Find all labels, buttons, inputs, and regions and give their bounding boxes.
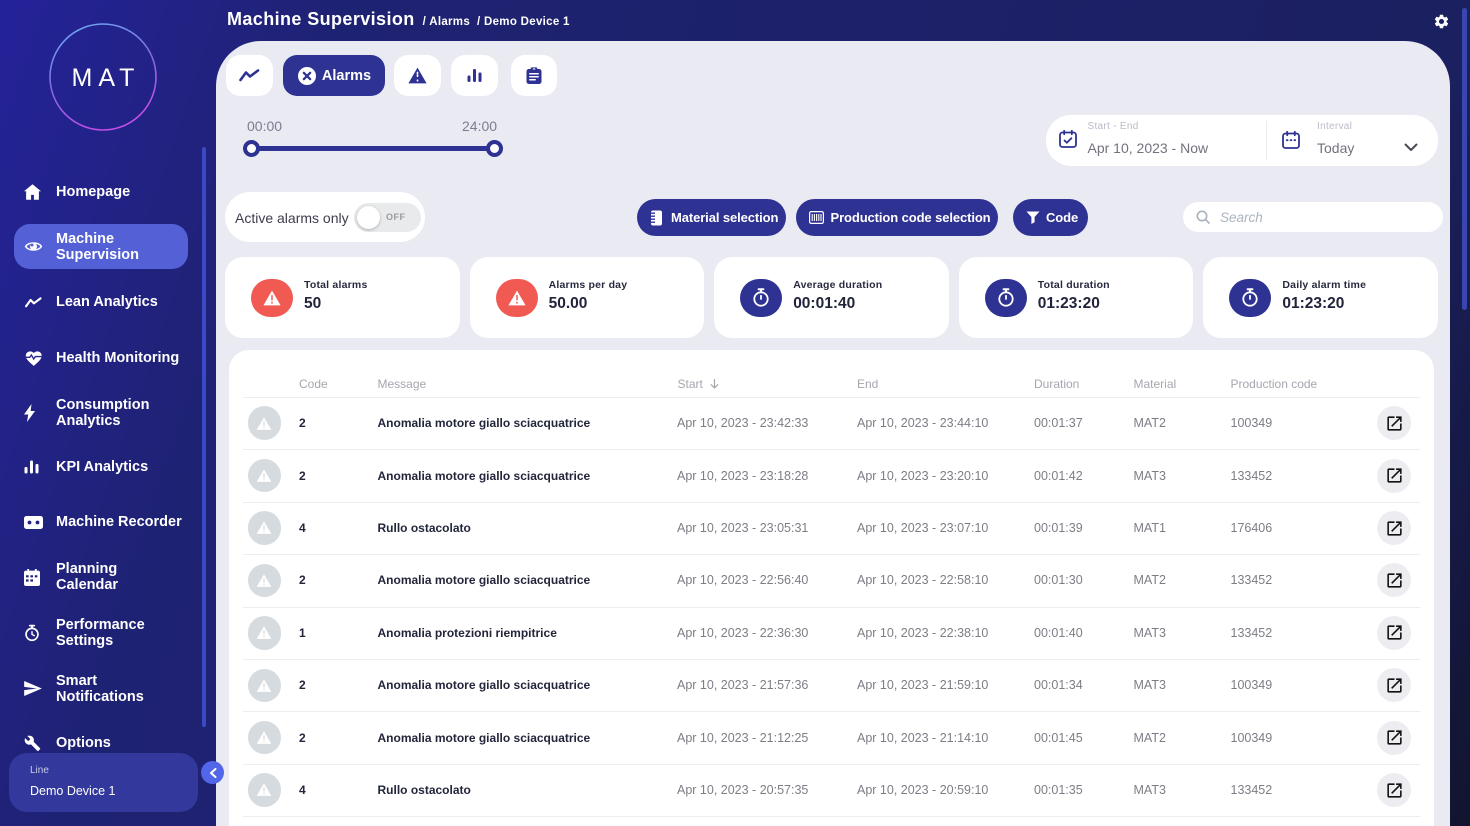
- svg-text:MAT: MAT: [72, 64, 141, 92]
